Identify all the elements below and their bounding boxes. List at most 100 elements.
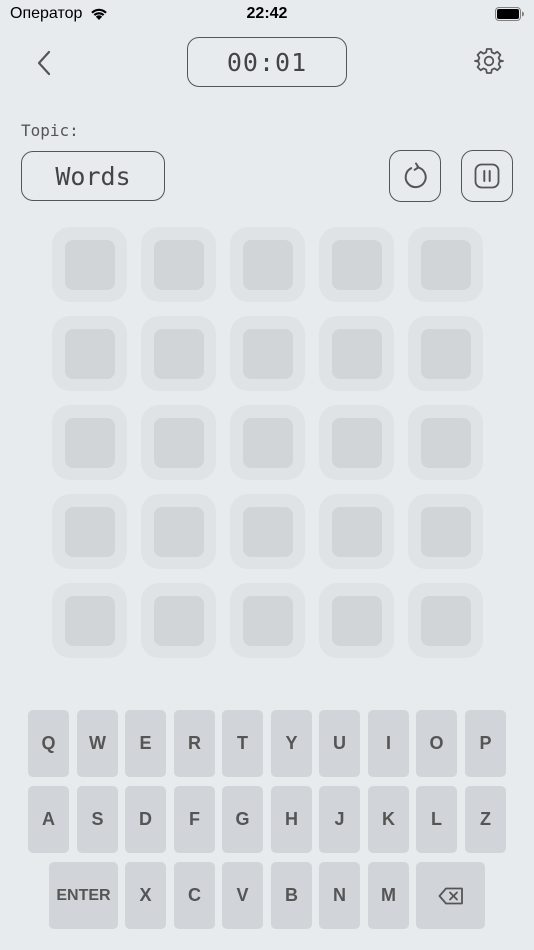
key-y[interactable]: Y	[271, 710, 312, 777]
letter-cell[interactable]	[141, 405, 216, 480]
letter-cell[interactable]	[408, 494, 483, 569]
letter-cell-slot	[64, 328, 115, 379]
letter-cell-slot	[64, 595, 115, 646]
key-m[interactable]: M	[368, 862, 409, 929]
key-j[interactable]: J	[319, 786, 360, 853]
key-e[interactable]: E	[125, 710, 166, 777]
letter-cell[interactable]	[230, 316, 305, 391]
key-a[interactable]: A	[28, 786, 69, 853]
settings-button[interactable]	[474, 46, 504, 76]
pause-icon	[474, 163, 500, 189]
letter-cell-slot	[153, 506, 204, 557]
letter-cell[interactable]	[319, 583, 394, 658]
letter-cell-slot	[153, 328, 204, 379]
letter-cell[interactable]	[408, 227, 483, 302]
key-label: H	[285, 809, 298, 829]
key-g[interactable]: G	[222, 786, 263, 853]
key-b[interactable]: B	[271, 862, 312, 929]
letter-cell-slot	[420, 328, 471, 379]
letter-cell-slot	[331, 239, 382, 290]
letter-cell[interactable]	[141, 494, 216, 569]
key-w[interactable]: W	[77, 710, 118, 777]
letter-cell-slot	[242, 595, 293, 646]
key-label: R	[188, 733, 201, 753]
enter-key[interactable]: ENTER	[49, 862, 118, 929]
key-label: Z	[480, 809, 491, 829]
letter-cell[interactable]	[319, 316, 394, 391]
key-k[interactable]: K	[368, 786, 409, 853]
key-h[interactable]: H	[271, 786, 312, 853]
letter-cell-slot	[331, 328, 382, 379]
letter-cell-slot	[331, 506, 382, 557]
gear-icon	[474, 48, 504, 74]
letter-grid	[52, 227, 483, 658]
key-r[interactable]: R	[174, 710, 215, 777]
status-time: 22:42	[246, 5, 288, 22]
letter-cell[interactable]	[230, 405, 305, 480]
key-s[interactable]: S	[77, 786, 118, 853]
topic-value: Words	[21, 151, 165, 201]
chevron-left-icon	[37, 50, 51, 76]
key-label: ENTER	[56, 886, 111, 904]
letter-cell[interactable]	[52, 405, 127, 480]
letter-cell-slot	[153, 595, 204, 646]
key-t[interactable]: T	[222, 710, 263, 777]
letter-cell-slot	[242, 417, 293, 468]
key-f[interactable]: F	[174, 786, 215, 853]
letter-cell-slot	[64, 506, 115, 557]
letter-cell[interactable]	[141, 227, 216, 302]
letter-cell[interactable]	[141, 316, 216, 391]
key-o[interactable]: O	[416, 710, 457, 777]
restart-icon	[404, 162, 427, 189]
pause-button[interactable]	[461, 150, 513, 202]
letter-cell-slot	[64, 417, 115, 468]
key-z[interactable]: Z	[465, 786, 506, 853]
letter-cell[interactable]	[319, 494, 394, 569]
key-q[interactable]: Q	[28, 710, 69, 777]
key-i[interactable]: I	[368, 710, 409, 777]
letter-cell[interactable]	[52, 227, 127, 302]
key-label: E	[139, 733, 152, 753]
key-label: O	[429, 733, 444, 753]
key-d[interactable]: D	[125, 786, 166, 853]
letter-cell[interactable]	[319, 227, 394, 302]
letter-cell[interactable]	[408, 316, 483, 391]
letter-cell[interactable]	[141, 583, 216, 658]
letter-cell-slot	[331, 595, 382, 646]
key-c[interactable]: C	[174, 862, 215, 929]
letter-cell-slot	[420, 595, 471, 646]
letter-cell[interactable]	[52, 583, 127, 658]
letter-cell[interactable]	[230, 494, 305, 569]
key-label: T	[237, 733, 248, 753]
key-x[interactable]: X	[125, 862, 166, 929]
back-button[interactable]	[32, 48, 58, 78]
key-label: D	[139, 809, 152, 829]
letter-cell[interactable]	[230, 583, 305, 658]
timer-display: 00:01	[187, 37, 347, 87]
letter-cell[interactable]	[52, 316, 127, 391]
key-label: W	[89, 733, 106, 753]
letter-cell-slot	[420, 506, 471, 557]
key-label: X	[139, 885, 152, 905]
key-label: K	[382, 809, 395, 829]
key-n[interactable]: N	[319, 862, 360, 929]
key-label: S	[91, 809, 104, 829]
key-label: G	[235, 809, 250, 829]
letter-cell-slot	[420, 417, 471, 468]
letter-cell-slot	[420, 239, 471, 290]
letter-cell[interactable]	[319, 405, 394, 480]
letter-cell[interactable]	[230, 227, 305, 302]
battery-icon	[495, 7, 524, 21]
key-label: I	[385, 733, 391, 753]
letter-cell[interactable]	[408, 583, 483, 658]
key-label: U	[333, 733, 346, 753]
letter-cell[interactable]	[52, 494, 127, 569]
letter-cell[interactable]	[408, 405, 483, 480]
letter-cell-slot	[64, 239, 115, 290]
key-l[interactable]: L	[416, 786, 457, 853]
key-p[interactable]: P	[465, 710, 506, 777]
restart-button[interactable]	[389, 150, 441, 202]
backspace-key[interactable]	[416, 862, 485, 929]
key-v[interactable]: V	[222, 862, 263, 929]
key-u[interactable]: U	[319, 710, 360, 777]
